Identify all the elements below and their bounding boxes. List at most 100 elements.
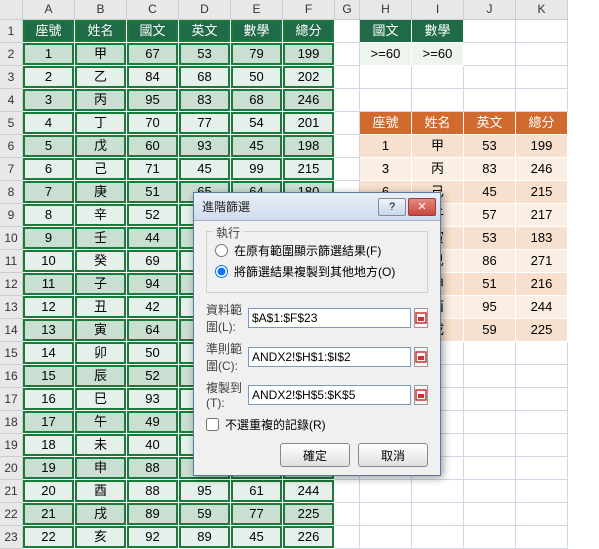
main-cell[interactable]: 68 (179, 66, 231, 89)
main-cell[interactable]: 99 (231, 158, 283, 181)
col-C[interactable]: C (127, 0, 179, 20)
main-cell[interactable]: 午 (75, 411, 127, 434)
criteria-range-input[interactable] (248, 347, 411, 367)
main-cell[interactable]: 辛 (75, 204, 127, 227)
main-cell[interactable]: 19 (23, 457, 75, 480)
main-cell[interactable]: 49 (127, 411, 179, 434)
main-cell[interactable]: 16 (23, 388, 75, 411)
cell[interactable] (464, 480, 516, 503)
main-cell[interactable]: 61 (231, 480, 283, 503)
main-cell[interactable]: 202 (283, 66, 335, 89)
main-cell[interactable]: 83 (179, 89, 231, 112)
res-cell[interactable]: 45 (464, 181, 516, 204)
close-button[interactable]: ✕ (408, 198, 436, 216)
row-16[interactable]: 16 (0, 365, 23, 388)
main-cell[interactable]: 7 (23, 181, 75, 204)
main-cell[interactable]: 壬 (75, 227, 127, 250)
main-cell[interactable]: 甲 (75, 43, 127, 66)
row-7[interactable]: 7 (0, 158, 23, 181)
main-cell[interactable]: 6 (23, 158, 75, 181)
main-cell[interactable]: 5 (23, 135, 75, 158)
res-cell[interactable]: 86 (464, 250, 516, 273)
res-cell[interactable]: 57 (464, 204, 516, 227)
res-cell[interactable]: 甲 (412, 135, 464, 158)
main-cell[interactable]: 4 (23, 112, 75, 135)
row-19[interactable]: 19 (0, 434, 23, 457)
main-cell[interactable]: 88 (127, 480, 179, 503)
main-cell[interactable]: 69 (127, 250, 179, 273)
col-D[interactable]: D (179, 0, 231, 20)
res-cell[interactable]: 51 (464, 273, 516, 296)
col-J[interactable]: J (464, 0, 516, 20)
main-cell[interactable]: 53 (179, 43, 231, 66)
main-cell[interactable]: 88 (127, 457, 179, 480)
cell[interactable] (516, 43, 568, 66)
res-cell[interactable]: 53 (464, 135, 516, 158)
cell[interactable] (464, 411, 516, 434)
cell[interactable] (464, 434, 516, 457)
cell[interactable] (412, 66, 464, 89)
main-cell[interactable]: 1 (23, 43, 75, 66)
cell-G7[interactable] (335, 158, 360, 181)
cell[interactable] (516, 89, 568, 112)
res-hdr-1[interactable]: 姓名 (412, 112, 464, 135)
crit-val-1[interactable]: >=60 (412, 43, 464, 66)
list-range-ref-icon[interactable] (414, 308, 428, 328)
main-cell[interactable]: 寅 (75, 319, 127, 342)
cell-G2[interactable] (335, 43, 360, 66)
row-5[interactable]: 5 (0, 112, 23, 135)
cell[interactable] (516, 66, 568, 89)
main-cell[interactable]: 79 (231, 43, 283, 66)
cell[interactable] (516, 342, 568, 365)
res-hdr-3[interactable]: 總分 (516, 112, 568, 135)
main-cell[interactable]: 198 (283, 135, 335, 158)
col-F[interactable]: F (283, 0, 335, 20)
main-cell[interactable]: 44 (127, 227, 179, 250)
res-cell[interactable]: 216 (516, 273, 568, 296)
main-cell[interactable]: 84 (127, 66, 179, 89)
main-cell[interactable]: 2 (23, 66, 75, 89)
main-cell[interactable]: 77 (179, 112, 231, 135)
main-cell[interactable]: 215 (283, 158, 335, 181)
main-header-5[interactable]: 總分 (283, 20, 335, 43)
row-3[interactable]: 3 (0, 66, 23, 89)
main-cell[interactable]: 20 (23, 480, 75, 503)
res-cell[interactable]: 53 (464, 227, 516, 250)
res-cell[interactable]: 59 (464, 319, 516, 342)
row-20[interactable]: 20 (0, 457, 23, 480)
main-cell[interactable]: 癸 (75, 250, 127, 273)
crit-hdr-1[interactable]: 數學 (412, 20, 464, 43)
main-header-2[interactable]: 國文 (127, 20, 179, 43)
cell[interactable] (360, 480, 412, 503)
res-cell[interactable]: 271 (516, 250, 568, 273)
main-header-1[interactable]: 姓名 (75, 20, 127, 43)
row-2[interactable]: 2 (0, 43, 23, 66)
main-cell[interactable]: 54 (231, 112, 283, 135)
main-cell[interactable]: 244 (283, 480, 335, 503)
res-cell[interactable]: 95 (464, 296, 516, 319)
main-cell[interactable]: 201 (283, 112, 335, 135)
main-cell[interactable]: 89 (127, 503, 179, 526)
radio-copy[interactable]: 將篩選結果複製到其他地方(O) (215, 263, 419, 280)
main-cell[interactable]: 59 (179, 503, 231, 526)
main-cell[interactable]: 9 (23, 227, 75, 250)
cancel-button[interactable]: 取消 (358, 443, 428, 467)
radio-inplace-input[interactable] (215, 244, 228, 257)
cell[interactable] (516, 365, 568, 388)
ok-button[interactable]: 確定 (280, 443, 350, 467)
main-cell[interactable]: 酉 (75, 480, 127, 503)
main-header-4[interactable]: 數學 (231, 20, 283, 43)
main-cell[interactable]: 卯 (75, 342, 127, 365)
row-9[interactable]: 9 (0, 204, 23, 227)
crit-val-0[interactable]: >=60 (360, 43, 412, 66)
row-18[interactable]: 18 (0, 411, 23, 434)
main-cell[interactable]: 丙 (75, 89, 127, 112)
cell[interactable] (516, 388, 568, 411)
row-15[interactable]: 15 (0, 342, 23, 365)
radio-inplace[interactable]: 在原有範圍顯示篩選結果(F) (215, 242, 419, 259)
cell-G1[interactable] (335, 20, 360, 43)
main-cell[interactable]: 94 (127, 273, 179, 296)
cell[interactable] (516, 20, 568, 43)
main-cell[interactable]: 51 (127, 181, 179, 204)
cell-G5[interactable] (335, 112, 360, 135)
